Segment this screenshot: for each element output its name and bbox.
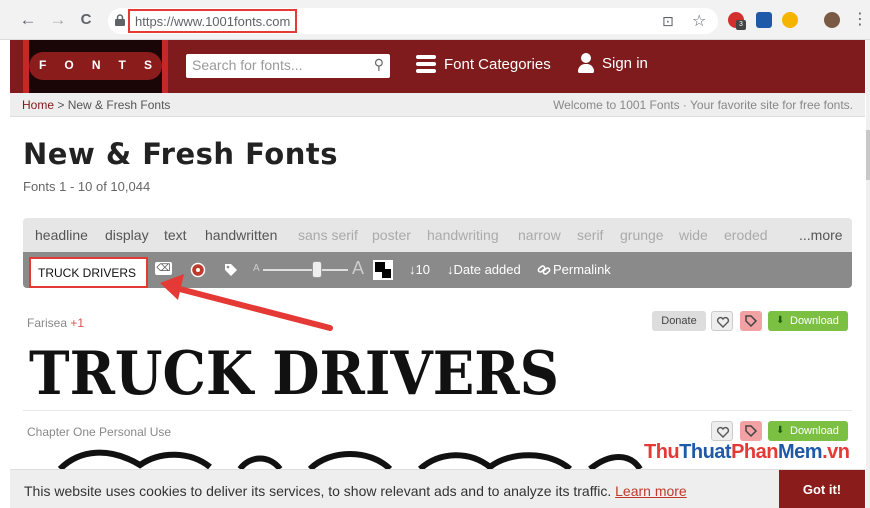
breadcrumb-home-link[interactable]: Home: [22, 98, 54, 112]
font-name-chapter-one[interactable]: Chapter One Personal Use: [27, 425, 171, 439]
per-page-selector[interactable]: ↓10: [409, 262, 430, 277]
bookmark-star-icon[interactable]: ☆: [692, 11, 706, 31]
logo-letter: T: [118, 58, 126, 72]
page-title: New & Fresh Fonts: [23, 137, 338, 171]
tag-icon: [745, 315, 758, 328]
font-name-label[interactable]: Farisea: [27, 316, 67, 330]
preview-text-box: [29, 257, 148, 288]
breadcrumb-current: New & Fresh Fonts: [67, 98, 171, 112]
filter-tag[interactable]: poster: [372, 227, 411, 243]
address-bar[interactable]: https://www.1001fonts.com ⊡ ☆: [108, 8, 718, 34]
donate-button[interactable]: Donate: [652, 311, 706, 331]
tag-button[interactable]: [740, 421, 762, 441]
sort-selector[interactable]: ↓Date added: [447, 262, 521, 277]
filter-tag[interactable]: handwriting: [427, 227, 499, 243]
filter-tag[interactable]: display: [105, 227, 149, 243]
learn-more-link[interactable]: Learn more: [615, 483, 687, 499]
logo-letter: O: [64, 58, 74, 72]
filter-tag[interactable]: serif: [577, 227, 603, 243]
got-it-button[interactable]: Got it!: [779, 470, 865, 508]
browser-toolbar: ← → C https://www.1001fonts.com ⊡ ☆ 3 ⋮: [0, 0, 870, 40]
filter-tag[interactable]: eroded: [724, 227, 768, 243]
page-scrollbar[interactable]: [866, 40, 870, 508]
download-button[interactable]: Download: [768, 311, 848, 331]
breadcrumb-bar: Home > New & Fresh Fonts Welcome to 1001…: [10, 93, 865, 117]
logo-letter: N: [91, 58, 101, 72]
adblock-extension-icon[interactable]: 3: [728, 12, 746, 30]
heart-icon: [716, 426, 730, 438]
result-count: Fonts 1 - 10 of 10,044: [23, 179, 151, 194]
logo-band: FONTS: [29, 52, 162, 80]
welcome-text: Welcome to 1001 Fonts · Your favorite si…: [553, 98, 853, 112]
watermark-part: .vn: [822, 441, 850, 463]
tag-icon: [745, 425, 758, 438]
text-color-swatch-icon[interactable]: [373, 260, 393, 280]
url-text[interactable]: https://www.1001fonts.com: [128, 9, 298, 33]
translate-icon[interactable]: ⊡: [662, 13, 674, 30]
site-logo[interactable]: FONTS: [23, 40, 168, 93]
tag-button[interactable]: [740, 311, 762, 331]
annotation-arrow: [160, 274, 333, 331]
logo-letter: F: [39, 58, 47, 72]
cookie-text: This website uses cookies to deliver its…: [24, 483, 612, 499]
scrollbar-thumb[interactable]: [866, 130, 870, 180]
preview-toolbar: ⌫ A A ↓10 ↓Date added Permalink: [23, 252, 852, 288]
tag-filter-bar: headline display text handwritten sans serif…: [23, 218, 852, 252]
heart-icon: [716, 316, 730, 328]
filter-tag[interactable]: ...more: [799, 227, 843, 243]
profile-avatar[interactable]: [824, 12, 840, 28]
filter-tag[interactable]: sans serif: [298, 227, 358, 243]
colorful-extension-icon[interactable]: [782, 12, 798, 28]
logo-text: FONTS: [39, 58, 152, 72]
search-input[interactable]: [192, 54, 362, 76]
font-name-farisea[interactable]: Farisea +1: [27, 316, 84, 330]
j-extension-icon[interactable]: [756, 12, 772, 28]
sign-in-label: Sign in: [602, 54, 648, 72]
filter-tag[interactable]: grunge: [620, 227, 664, 243]
cookie-message: This website uses cookies to deliver its…: [24, 483, 687, 499]
breadcrumb: Home > New & Fresh Fonts: [22, 98, 170, 112]
reload-icon[interactable]: C: [76, 10, 96, 30]
font-preview-sample[interactable]: TRUCK DRIVERS: [27, 336, 587, 406]
lock-icon: [115, 14, 125, 26]
logo-letter: S: [143, 58, 152, 72]
font-preview-sample-text: TRUCK DRIVERS: [29, 339, 559, 406]
filter-tag[interactable]: narrow: [518, 227, 561, 243]
user-icon: [578, 53, 594, 73]
link-icon: [537, 265, 551, 275]
preview-text-input[interactable]: [34, 263, 144, 282]
search-box: ⚲: [186, 54, 390, 78]
font-size-big-label: A: [352, 258, 365, 278]
browser-menu-icon[interactable]: ⋮: [850, 10, 870, 30]
search-icon[interactable]: ⚲: [374, 56, 384, 73]
watermark-part: Mem: [778, 441, 823, 463]
breadcrumb-separator: >: [57, 98, 65, 112]
extension-badge: 3: [736, 20, 746, 30]
font-plus-count: +1: [70, 316, 85, 330]
site-header: F O N T S ⚲ Font Categories Sign in: [10, 40, 865, 93]
filter-tag[interactable]: wide: [679, 227, 708, 243]
entry-divider: [23, 410, 852, 411]
hamburger-icon: [416, 55, 436, 73]
font-name-label[interactable]: Chapter One Personal Use: [27, 425, 171, 439]
font-preview-sample-partial[interactable]: [50, 445, 650, 471]
watermark-logo: ThuThuatPhanMem.vn: [644, 441, 850, 464]
watermark-part: Phan: [731, 441, 778, 463]
filter-tag[interactable]: text: [164, 227, 187, 243]
favorite-button[interactable]: [711, 421, 733, 441]
forward-icon[interactable]: →: [48, 10, 68, 30]
sign-in-button[interactable]: Sign in: [578, 53, 648, 73]
download-button[interactable]: Download: [768, 421, 848, 441]
font-categories-button[interactable]: Font Categories: [416, 55, 551, 73]
watermark-part: Thuat: [679, 441, 732, 463]
font-categories-label: Font Categories: [444, 55, 551, 73]
watermark-part: Thu: [644, 441, 680, 463]
back-icon[interactable]: ←: [18, 10, 38, 30]
filter-tag[interactable]: headline: [35, 227, 88, 243]
cookie-banner: This website uses cookies to deliver its…: [10, 469, 865, 508]
filter-tag[interactable]: handwritten: [205, 227, 277, 243]
permalink-link[interactable]: Permalink: [553, 262, 611, 277]
favorite-button[interactable]: [711, 311, 733, 331]
